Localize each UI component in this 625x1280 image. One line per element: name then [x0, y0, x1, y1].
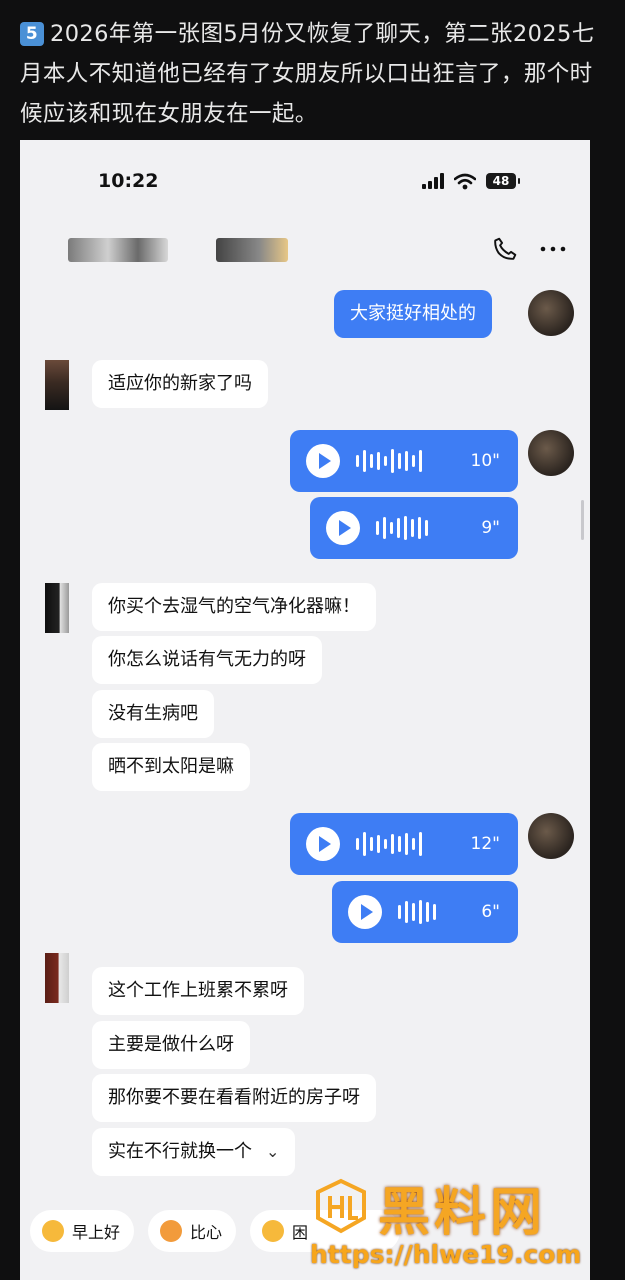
- message-bubble-incoming[interactable]: 没有生病吧: [92, 690, 214, 738]
- quick-reply-chip[interactable]: 比心: [148, 1210, 237, 1252]
- message-bubble-incoming[interactable]: 主要是做什么呀: [92, 1021, 250, 1069]
- header-actions: [492, 236, 566, 262]
- wifi-icon: [454, 173, 476, 189]
- waveform-icon: [398, 892, 436, 932]
- contact-avatar[interactable]: [45, 360, 69, 410]
- message-bubble-incoming[interactable]: 你买个去湿气的空气净化器嘛！: [92, 583, 376, 631]
- caption-text: 2026年第一张图5月份又恢复了聊天，第二张2025七月本人不知道他已经有了女朋…: [20, 21, 595, 127]
- cellular-signal-icon: [422, 173, 444, 189]
- waveform-icon: [376, 508, 428, 548]
- sleepy-face-icon: [262, 1220, 284, 1242]
- my-avatar[interactable]: [528, 813, 574, 859]
- chevron-down-icon[interactable]: ⌄: [266, 1128, 279, 1176]
- contact-status-blurred: [216, 238, 288, 262]
- quick-reply-label: 比心: [190, 1223, 223, 1242]
- voice-message[interactable]: 6": [332, 881, 518, 943]
- message-bubble-incoming[interactable]: 你怎么说话有气无力的呀: [92, 636, 322, 684]
- message-bubble-incoming[interactable]: 那你要不要在看看附近的房子呀: [92, 1074, 376, 1122]
- quick-reply-chip[interactable]: 早上好: [30, 1210, 135, 1252]
- message-bubble-incoming[interactable]: 这个工作上班累不累呀: [92, 967, 304, 1015]
- play-icon[interactable]: [326, 511, 360, 545]
- voice-duration: 9": [481, 518, 500, 538]
- watermark-name: 黑料网: [378, 1183, 547, 1243]
- contact-avatar[interactable]: [45, 953, 69, 1003]
- play-icon[interactable]: [306, 827, 340, 861]
- voice-duration: 6": [481, 902, 500, 922]
- waveform-icon: [356, 824, 422, 864]
- scrollbar[interactable]: [581, 500, 584, 540]
- status-time: 10:22: [98, 170, 159, 192]
- message-text: 实在不行就换一个: [108, 1141, 252, 1162]
- play-icon[interactable]: [306, 444, 340, 478]
- message-bubble-outgoing[interactable]: 大家挺好相处的: [334, 290, 492, 338]
- voice-message[interactable]: 10": [290, 430, 518, 492]
- watermark-logo-icon: [316, 1178, 366, 1234]
- post-caption: 5 2026年第一张图5月份又恢复了聊天，第二张2025七月本人不知道他已经有了女…: [20, 14, 610, 134]
- yawning-face-icon: [42, 1220, 64, 1242]
- message-bubble-incoming[interactable]: 晒不到太阳是嘛: [92, 743, 250, 791]
- chat-screenshot: 10:22 48 大家挺好相处的 适应你的新家了吗 10" 9" 你买个去湿气的…: [20, 140, 590, 1280]
- phone-icon[interactable]: [492, 236, 518, 262]
- voice-message[interactable]: 12": [290, 813, 518, 875]
- my-avatar[interactable]: [528, 290, 574, 336]
- more-icon[interactable]: [540, 245, 566, 253]
- contact-name-blurred: [68, 238, 168, 262]
- battery-icon: 48: [486, 173, 520, 189]
- message-bubble-incoming[interactable]: 实在不行就换一个 ⌄: [92, 1128, 296, 1176]
- site-watermark: 黑料网 https://hlwe19.com: [300, 1170, 625, 1280]
- play-icon[interactable]: [348, 895, 382, 929]
- number-badge: 5: [20, 22, 44, 46]
- voice-duration: 12": [470, 834, 500, 854]
- voice-message[interactable]: 9": [310, 497, 518, 559]
- voice-duration: 10": [470, 451, 500, 471]
- quick-reply-label: 早上好: [72, 1223, 121, 1242]
- heart-hands-icon: [160, 1220, 182, 1242]
- watermark-url: https://hlwe19.com: [310, 1240, 582, 1269]
- status-icons: 48: [422, 170, 520, 192]
- waveform-icon: [356, 441, 422, 481]
- contact-avatar[interactable]: [45, 583, 69, 633]
- my-avatar[interactable]: [528, 430, 574, 476]
- message-bubble-incoming[interactable]: 适应你的新家了吗: [92, 360, 268, 408]
